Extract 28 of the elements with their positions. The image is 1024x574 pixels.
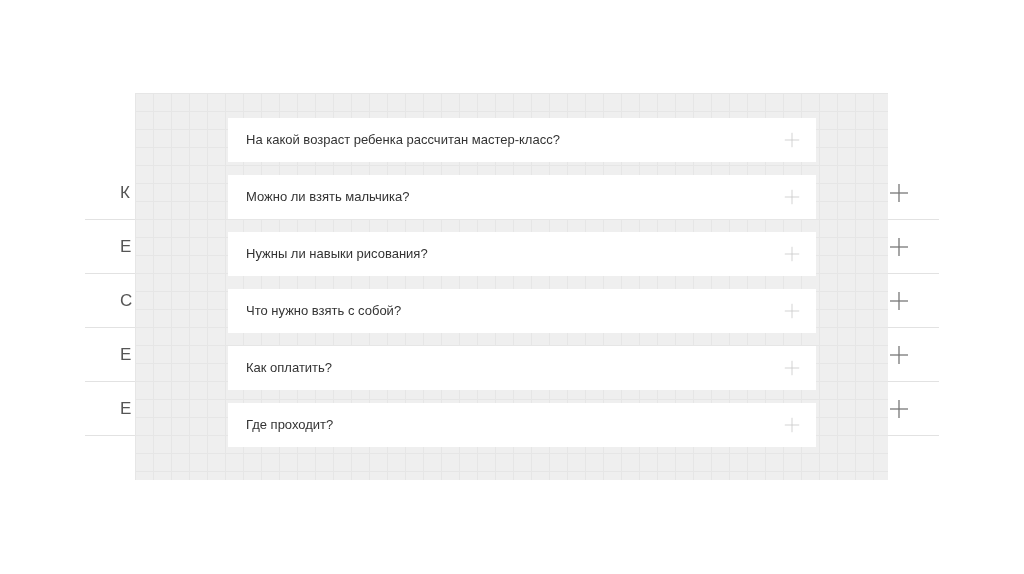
question-text: Е bbox=[120, 397, 132, 420]
plus-icon[interactable] bbox=[784, 417, 800, 433]
plus-icon[interactable] bbox=[784, 189, 800, 205]
question-text: Е bbox=[120, 235, 132, 258]
plus-icon[interactable] bbox=[784, 303, 800, 319]
question-text: Что нужно взять с собой? bbox=[246, 302, 402, 321]
question-text: Нужны ли навыки рисования? bbox=[246, 245, 428, 264]
accordion-item[interactable]: Как оплатить? bbox=[228, 346, 816, 390]
question-text: К bbox=[120, 181, 130, 204]
question-text: Как оплатить? bbox=[246, 359, 333, 378]
plus-icon[interactable] bbox=[889, 236, 909, 257]
question-text: Где проходит? bbox=[246, 416, 334, 435]
plus-icon[interactable] bbox=[784, 360, 800, 376]
accordion-item[interactable]: Можно ли взять мальчика? bbox=[228, 175, 816, 219]
plus-icon[interactable] bbox=[889, 344, 909, 365]
question-text: Можно ли взять мальчика? bbox=[246, 188, 410, 207]
plus-icon[interactable] bbox=[889, 398, 909, 419]
accordion-item[interactable]: Что нужно взять с собой? bbox=[228, 289, 816, 333]
question-text: Е bbox=[120, 343, 132, 366]
plus-icon[interactable] bbox=[889, 182, 909, 203]
question-text: На какой возраст ребенка рассчитан мастер-класс? bbox=[246, 131, 560, 150]
plus-icon[interactable] bbox=[784, 132, 800, 148]
plus-icon[interactable] bbox=[784, 246, 800, 262]
accordion-item[interactable]: Где проходит? bbox=[228, 403, 816, 447]
accordion-item[interactable]: Нужны ли навыки рисования? bbox=[228, 232, 816, 276]
question-text: С bbox=[120, 289, 133, 312]
plus-icon[interactable] bbox=[889, 290, 909, 311]
accordion-item[interactable]: На какой возраст ребенка рассчитан мастер-класс? bbox=[228, 118, 816, 162]
